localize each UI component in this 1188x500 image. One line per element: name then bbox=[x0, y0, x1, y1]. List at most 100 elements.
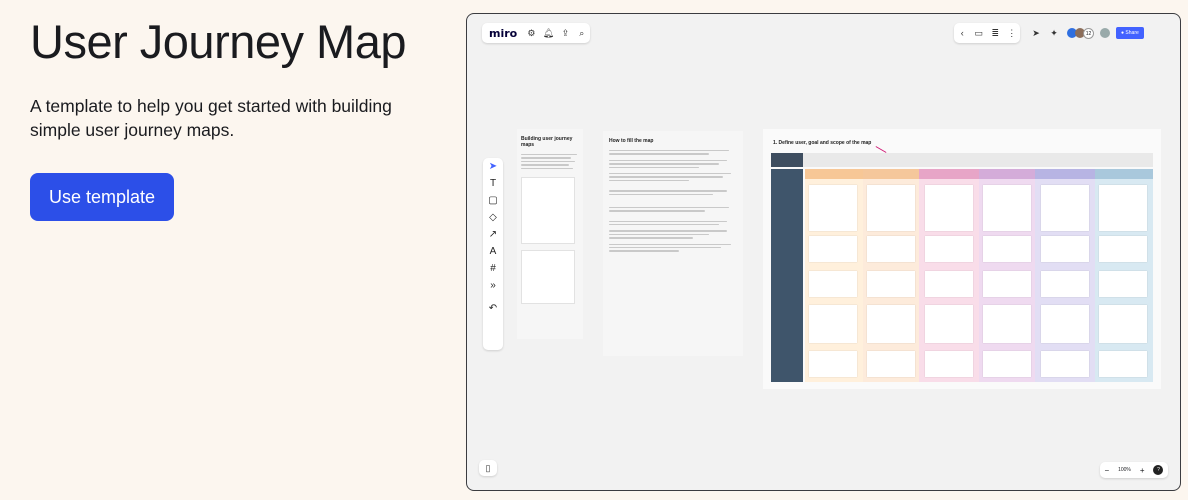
sticky-note[interactable] bbox=[1099, 185, 1147, 231]
user-icon: ● bbox=[1121, 30, 1125, 36]
text-line bbox=[521, 157, 571, 159]
text-icon[interactable]: T bbox=[483, 175, 503, 192]
sticky-note[interactable] bbox=[1041, 271, 1089, 297]
share-button[interactable]: ● Share bbox=[1116, 27, 1144, 39]
notifications-icon[interactable]: 🔔︎ bbox=[543, 27, 554, 39]
pen-icon[interactable]: A bbox=[483, 243, 503, 260]
how-to-title: How to fill the map bbox=[609, 138, 654, 144]
article-card[interactable] bbox=[521, 249, 575, 304]
text-line bbox=[609, 179, 689, 182]
zoom-level[interactable]: 100% bbox=[1118, 467, 1131, 473]
sticky-note[interactable] bbox=[1041, 236, 1089, 262]
guide-panel: Building user journey maps bbox=[517, 129, 583, 339]
text-line bbox=[609, 150, 729, 152]
comment-icon[interactable]: ▭ bbox=[974, 27, 985, 39]
connector-icon[interactable]: ↗ bbox=[483, 226, 503, 243]
text-line bbox=[609, 163, 719, 165]
text-line bbox=[609, 172, 731, 175]
phase-header bbox=[1035, 169, 1095, 179]
text-line bbox=[609, 210, 705, 212]
text-line bbox=[609, 243, 731, 246]
text-line bbox=[609, 206, 729, 209]
article-card[interactable] bbox=[521, 176, 575, 244]
settings-icon[interactable]: ⚙ bbox=[526, 27, 536, 39]
more-tools-icon[interactable]: » bbox=[483, 277, 503, 294]
use-template-button[interactable]: Use template bbox=[30, 173, 174, 221]
sticky-note[interactable] bbox=[983, 185, 1031, 231]
text-line bbox=[609, 233, 709, 236]
sticky-note[interactable] bbox=[1041, 185, 1089, 231]
zoom-in-button[interactable]: + bbox=[1140, 466, 1145, 475]
more-icon[interactable]: ⋮ bbox=[1007, 27, 1018, 39]
creation-toolbar: ➤ T ▢ ◇ ↗ A # » ↶ bbox=[483, 158, 503, 350]
map-title: 1. Define user, goal and scope of the ma… bbox=[773, 140, 872, 146]
board-preview: miro ⚙ 🔔︎ ⇪ ⌕ ‹ ▭ ≣ ⋮ ➤ ✦ 12 ● Share ➤ T… bbox=[466, 13, 1181, 491]
sticky-note[interactable] bbox=[925, 236, 973, 262]
text-line bbox=[609, 247, 721, 249]
sticky-note[interactable] bbox=[867, 351, 915, 377]
sticky-note[interactable] bbox=[983, 236, 1031, 262]
miro-logo[interactable]: miro bbox=[489, 27, 517, 40]
zoom-out-button[interactable]: − bbox=[1104, 466, 1109, 475]
panel-toggle-button[interactable]: ▯ bbox=[479, 460, 497, 476]
text-line bbox=[609, 224, 719, 226]
phase-header bbox=[863, 169, 919, 179]
sticky-note[interactable] bbox=[809, 236, 857, 262]
sticky-note[interactable] bbox=[1041, 305, 1089, 343]
sticky-note[interactable] bbox=[809, 185, 857, 231]
pointer-arrow bbox=[875, 146, 887, 153]
sticky-note[interactable] bbox=[809, 271, 857, 297]
sticky-note[interactable] bbox=[925, 271, 973, 297]
collab-tools-bar: ‹ ▭ ≣ ⋮ bbox=[954, 23, 1020, 43]
text-line bbox=[609, 220, 727, 223]
chevron-left-icon[interactable]: ‹ bbox=[957, 27, 968, 39]
select-icon[interactable]: ➤ bbox=[483, 158, 503, 175]
upload-icon[interactable]: ⇪ bbox=[560, 27, 570, 39]
sticky-note[interactable] bbox=[1041, 351, 1089, 377]
text-line bbox=[609, 193, 713, 195]
shapes-icon[interactable]: ◇ bbox=[483, 209, 503, 226]
how-to-panel: How to fill the map bbox=[603, 131, 743, 356]
sticky-note[interactable] bbox=[867, 305, 915, 343]
sticky-note[interactable] bbox=[925, 351, 973, 377]
notes-icon[interactable]: ≣ bbox=[990, 27, 1001, 39]
sticky-note[interactable] bbox=[983, 305, 1031, 343]
cursor-icon[interactable]: ➤ bbox=[1030, 27, 1042, 39]
sticky-note[interactable] bbox=[1099, 351, 1147, 377]
user-avatar[interactable] bbox=[1100, 28, 1110, 38]
sticky-note[interactable] bbox=[867, 185, 915, 231]
row-labels-column bbox=[771, 169, 803, 382]
celebrate-icon[interactable]: ✦ bbox=[1048, 27, 1060, 39]
sticky-note[interactable] bbox=[867, 271, 915, 297]
sticky-note[interactable] bbox=[867, 236, 915, 262]
sticky-note[interactable] bbox=[1099, 271, 1147, 297]
sidebar-icon: ▯ bbox=[485, 463, 491, 473]
frame-icon[interactable]: # bbox=[483, 260, 503, 277]
page-title: User Journey Map bbox=[30, 15, 407, 68]
text-line bbox=[521, 164, 569, 166]
text-line bbox=[521, 154, 577, 156]
page-description: A template to help you get started with … bbox=[30, 96, 392, 140]
sticky-note[interactable] bbox=[983, 271, 1031, 297]
sticky-note[interactable] bbox=[1099, 236, 1147, 262]
undo-icon[interactable]: ↶ bbox=[483, 300, 503, 317]
sticky-note[interactable] bbox=[809, 305, 857, 343]
sticky-note-icon[interactable]: ▢ bbox=[483, 192, 503, 209]
sticky-note[interactable] bbox=[983, 351, 1031, 377]
phase-header bbox=[919, 169, 979, 179]
app-menu-bar: miro ⚙ 🔔︎ ⇪ ⌕ bbox=[482, 23, 590, 43]
phase-header bbox=[979, 169, 1035, 179]
sticky-note[interactable] bbox=[809, 351, 857, 377]
sticky-note[interactable] bbox=[925, 185, 973, 231]
help-button[interactable]: ? bbox=[1153, 465, 1164, 475]
text-line bbox=[609, 237, 693, 239]
zoom-controls: − 100% + ? bbox=[1100, 462, 1168, 478]
text-line bbox=[609, 153, 709, 155]
text-line bbox=[609, 250, 679, 252]
sticky-note[interactable] bbox=[1099, 305, 1147, 343]
collaborator-count[interactable]: 12 bbox=[1083, 27, 1094, 39]
sticky-note[interactable] bbox=[925, 305, 973, 343]
phase-header bbox=[1095, 169, 1153, 179]
text-line bbox=[609, 159, 727, 162]
search-icon[interactable]: ⌕ bbox=[577, 27, 587, 39]
